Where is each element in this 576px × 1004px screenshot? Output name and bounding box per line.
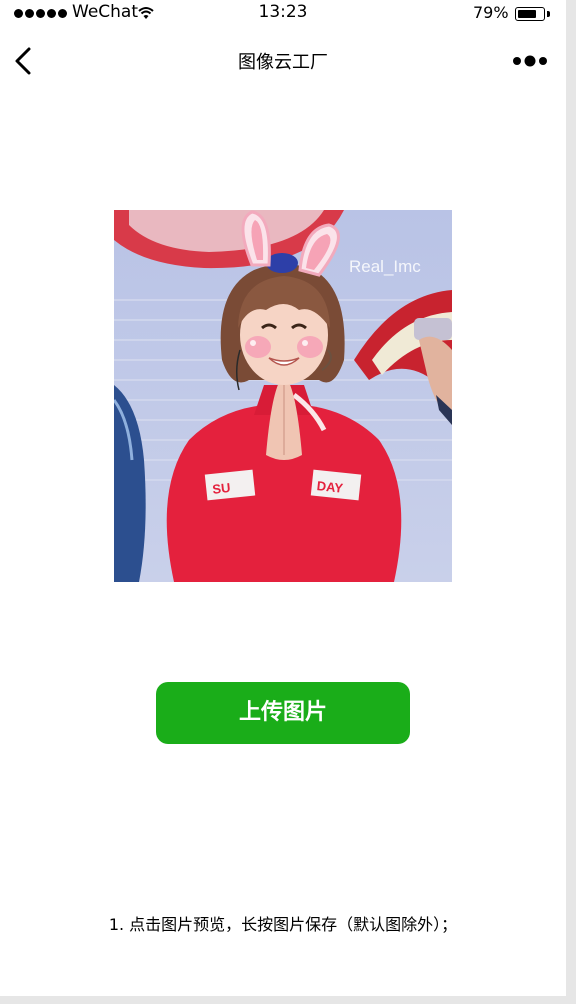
usage-hint: 1. 点击图片预览，长按图片保存（默认图除外）； [108, 915, 458, 934]
image-watermark: Real_Imc [349, 257, 421, 276]
upload-image-button[interactable]: 上传图片 [156, 682, 410, 744]
preview-image[interactable]: SU DAY Real_Imc [114, 210, 452, 582]
page-title: 图像云工厂 [238, 52, 328, 73]
battery-percentage: 79% [473, 3, 509, 22]
more-dots-icon[interactable] [510, 54, 550, 68]
status-bar: WeChat 13:23 79% [0, 0, 566, 26]
battery-tip [547, 11, 550, 17]
battery-level-fill [518, 10, 536, 18]
shirt-text-right: DAY [316, 478, 344, 496]
battery-icon [515, 7, 545, 21]
navigation-bar: 图像云工厂 [0, 32, 566, 90]
shirt-text-left: SU [212, 480, 232, 497]
phone-screen: WeChat 13:23 79% 图像云工厂 SU DAY Real_Imc 上… [0, 0, 566, 996]
preview-photo-illustration: SU DAY Real_Imc [114, 210, 452, 582]
